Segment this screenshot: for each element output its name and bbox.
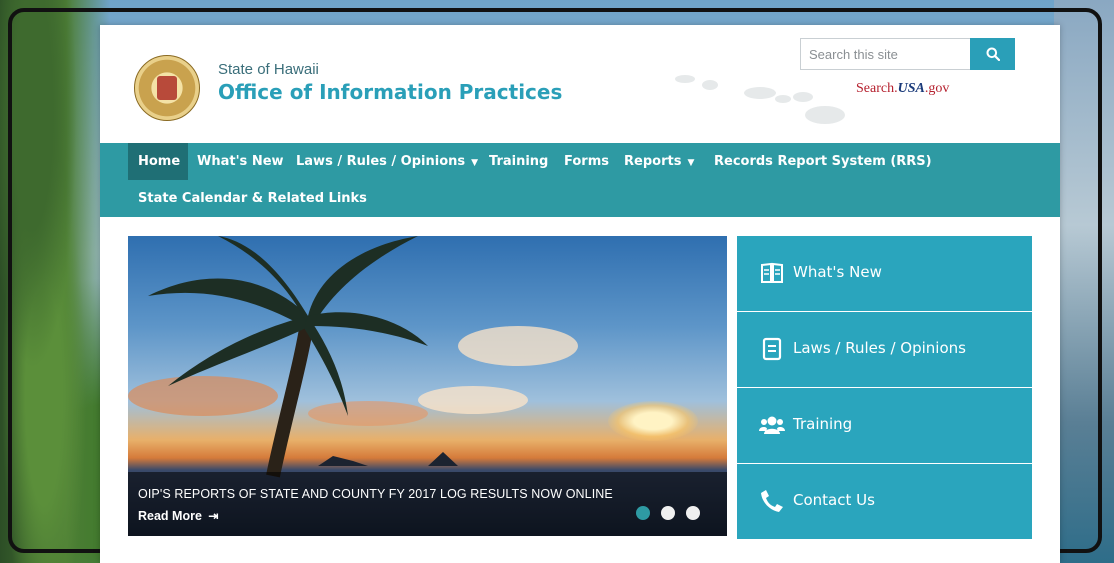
nav-item-label: Forms	[564, 154, 609, 169]
search-input[interactable]	[801, 39, 969, 69]
book-icon	[761, 262, 783, 283]
quick-link-label: Laws / Rules / Opinions	[793, 339, 966, 357]
nav-item-label: Laws / Rules / Opinions	[296, 154, 466, 169]
nav-item-training[interactable]: Training	[479, 143, 558, 180]
quick-links-sidebar: What's New Laws / Rules / Opinions Train…	[737, 236, 1032, 539]
office-title[interactable]: Office of Information Practices	[218, 80, 562, 104]
quick-link-label: What's New	[793, 263, 882, 281]
site-search	[800, 38, 1015, 70]
nav-item-whats-new[interactable]: What's New	[187, 143, 294, 180]
read-more-link[interactable]: Read More ⇥	[138, 509, 218, 523]
document-icon	[762, 337, 782, 361]
nav-item-label: Training	[489, 154, 549, 169]
nav-item-label: What's New	[197, 154, 284, 169]
nav-item-label: Records Report System (RRS)	[714, 154, 932, 169]
caret-down-icon: ▼	[687, 158, 695, 168]
main-navigation: Home What's New Laws / Rules / Opinions ▼…	[100, 143, 1060, 217]
state-seal-logo[interactable]	[134, 55, 200, 121]
search-icon	[986, 47, 1000, 61]
nav-item-state-calendar[interactable]: State Calendar & Related Links	[128, 180, 377, 217]
phone-icon	[761, 490, 783, 512]
hero-caption: OIP'S REPORTS OF STATE AND COUNTY FY 201…	[138, 487, 613, 501]
nav-item-forms[interactable]: Forms	[554, 143, 619, 180]
search-button[interactable]	[970, 38, 1015, 70]
quick-link-training[interactable]: Training	[737, 388, 1032, 463]
hero-carousel[interactable]: OIP'S REPORTS OF STATE AND COUNTY FY 201…	[128, 236, 727, 536]
search-usa-gov-link[interactable]: Search.USA.gov	[856, 81, 949, 97]
users-icon	[759, 416, 785, 434]
usagov-suffix: .gov	[924, 81, 950, 96]
nav-item-label: State Calendar & Related Links	[138, 191, 367, 206]
website-page: State of Hawaii Office of Information Pr…	[100, 25, 1060, 563]
carousel-dot-3[interactable]	[686, 506, 700, 520]
read-more-label: Read More	[138, 509, 202, 523]
quick-link-whats-new[interactable]: What's New	[737, 236, 1032, 311]
quick-link-contact-us[interactable]: Contact Us	[737, 464, 1032, 539]
nav-item-home[interactable]: Home	[128, 143, 188, 180]
nav-item-label: Reports	[624, 154, 682, 169]
nav-item-laws-rules-opinions[interactable]: Laws / Rules / Opinions ▼	[286, 143, 488, 180]
usagov-prefix: Search.	[856, 81, 898, 96]
quick-link-label: Training	[793, 415, 853, 433]
sign-in-icon: ⇥	[208, 509, 219, 523]
site-header: State of Hawaii Office of Information Pr…	[100, 25, 1060, 143]
carousel-dot-1[interactable]	[636, 506, 650, 520]
quick-link-laws-rules-opinions[interactable]: Laws / Rules / Opinions	[737, 312, 1032, 387]
carousel-dot-2[interactable]	[661, 506, 675, 520]
hero-caption-bar: OIP'S REPORTS OF STATE AND COUNTY FY 201…	[128, 472, 727, 536]
caret-down-icon: ▼	[471, 158, 479, 168]
nav-item-records-report-system[interactable]: Records Report System (RRS)	[704, 143, 942, 180]
nav-item-label: Home	[138, 154, 181, 169]
nav-item-reports[interactable]: Reports ▼	[614, 143, 704, 180]
quick-link-label: Contact Us	[793, 491, 875, 509]
state-label: State of Hawaii	[218, 61, 319, 78]
hawaii-islands-graphic	[675, 75, 845, 124]
usagov-usa: USA	[897, 81, 925, 96]
